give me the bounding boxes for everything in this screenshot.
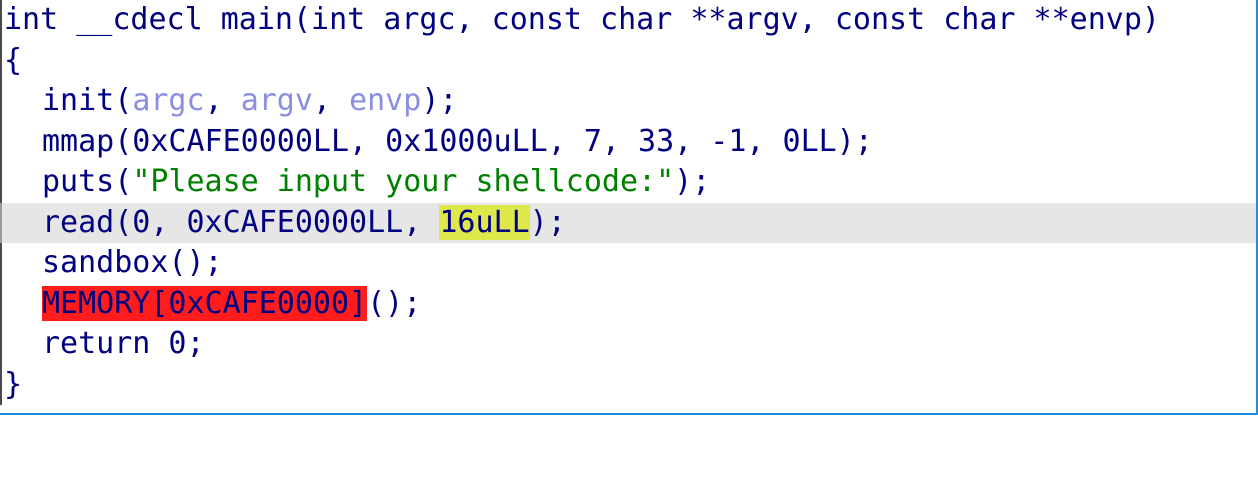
puts-call: puts("Please input your shellcode:"); <box>4 162 710 203</box>
var-envp[interactable]: envp <box>349 83 421 118</box>
function-signature: int __cdecl main(int argc, const char **… <box>4 2 1160 37</box>
var-argc[interactable]: argc <box>132 83 204 118</box>
mmap-call: mmap(0xCAFE0000LL, 0x1000uLL, 7, 33, -1,… <box>42 123 873 159</box>
read-prefix: read(0, 0xCAFE0000LL, <box>42 204 440 240</box>
sandbox-call: sandbox(); <box>42 245 223 280</box>
read-size-highlight[interactable]: 16uLL <box>439 204 530 240</box>
code-line-init[interactable]: init(argc, argv, envp); <box>0 81 1256 122</box>
code-line-read-current[interactable]: read(0, 0xCAFE0000LL, 16uLL); <box>0 202 1256 244</box>
open-brace: { <box>4 42 23 78</box>
code-line-puts[interactable]: puts("Please input your shellcode:"); <box>0 162 1256 203</box>
read-call: read(0, 0xCAFE0000LL, 16uLL); <box>4 203 566 244</box>
memory-call: MEMORY[0xCAFE0000](); <box>4 284 421 325</box>
code-line-signature[interactable]: int __cdecl main(int argc, const char **… <box>0 0 1256 41</box>
code-line-open-brace[interactable]: { <box>0 40 1256 81</box>
pseudocode-view[interactable]: int __cdecl main(int argc, const char **… <box>0 0 1258 415</box>
puts-string: "Please input your shellcode:" <box>132 164 675 199</box>
code-line-sandbox[interactable]: sandbox(); <box>0 243 1256 284</box>
init-fn: init( <box>42 83 133 118</box>
memory-error-highlight[interactable]: MEMORY[0xCAFE0000] <box>42 285 368 321</box>
init-call: init(argc, argv, envp); <box>4 81 457 122</box>
close-brace: } <box>4 366 23 402</box>
var-argv[interactable]: argv <box>241 83 313 118</box>
return-statement: return 0; <box>42 326 205 361</box>
memory-call-end: (); <box>367 285 422 321</box>
init-sep2: , <box>312 83 350 118</box>
code-line-mmap[interactable]: mmap(0xCAFE0000LL, 0x1000uLL, 7, 33, -1,… <box>0 121 1256 162</box>
code-line-close-brace[interactable]: } <box>0 364 1256 405</box>
code-line-memory-call[interactable]: MEMORY[0xCAFE0000](); <box>0 283 1256 325</box>
code-line-return[interactable]: return 0; <box>0 324 1256 365</box>
init-end: ); <box>421 83 458 118</box>
read-end: ); <box>529 204 566 240</box>
puts-fn: puts( <box>42 164 133 199</box>
puts-end: ); <box>674 164 711 199</box>
init-sep1: , <box>204 83 241 118</box>
